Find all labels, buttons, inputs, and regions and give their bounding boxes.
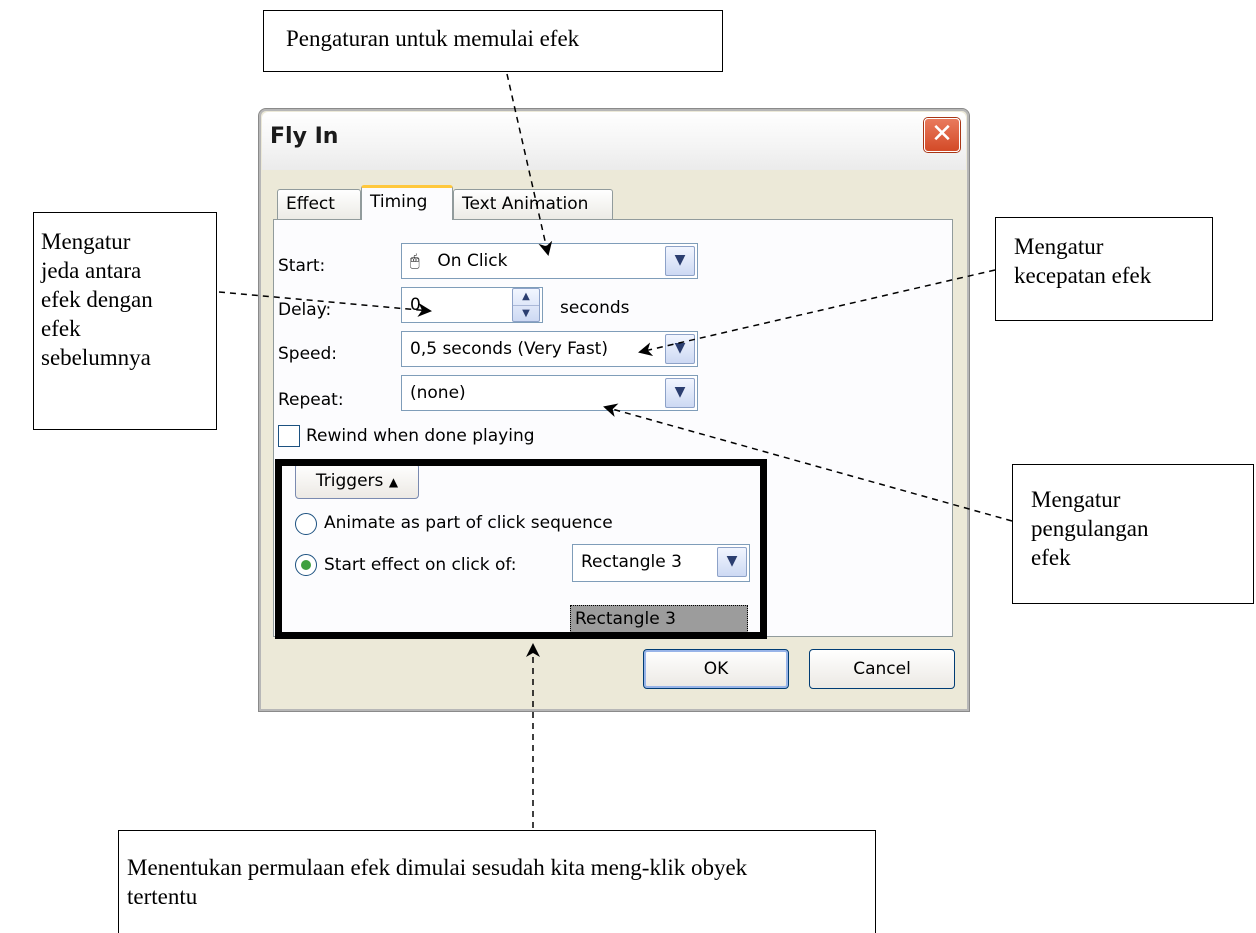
spin-down-icon[interactable]: ▼ [513, 306, 539, 322]
callout-start-effect-text: Pengaturan untuk memulai efek [286, 26, 580, 51]
delay-value: 0 [410, 295, 421, 315]
tab-timing[interactable]: Timing [361, 185, 453, 220]
delay-unit: seconds [560, 298, 630, 318]
callout-speed: Mengatur kecepatan efek [995, 217, 1213, 321]
start-value: On Click [437, 251, 508, 271]
spin-up-icon[interactable]: ▲ [513, 289, 539, 306]
callout-trigger: Menentukan permulaan efek dimulai sesuda… [118, 830, 876, 933]
start-dropdown[interactable]: 🖱 On Click ▼ [401, 243, 698, 279]
callout-repeat-text: Mengatur pengulangan efek [1031, 487, 1149, 570]
start-label: Start: [278, 256, 326, 276]
callout-delay: Mengatur jeda antara efek dengan efek se… [33, 212, 217, 430]
rewind-checkbox[interactable] [278, 425, 300, 447]
delay-spinner[interactable]: ▲ ▼ [512, 288, 540, 322]
chevron-down-icon[interactable]: ▼ [665, 246, 695, 276]
tab-text-animation[interactable]: Text Animation [453, 189, 613, 219]
triggers-highlight-frame [275, 459, 767, 639]
repeat-label: Repeat: [278, 390, 344, 410]
callout-repeat: Mengatur pengulangan efek [1012, 464, 1254, 604]
chevron-down-icon[interactable]: ▼ [665, 378, 695, 408]
repeat-value: (none) [410, 383, 466, 403]
ok-button[interactable]: OK [643, 649, 789, 689]
speed-label: Speed: [278, 344, 338, 364]
speed-value: 0,5 seconds (Very Fast) [410, 339, 608, 359]
callout-start-effect: Pengaturan untuk memulai efek [263, 10, 723, 72]
rewind-label: Rewind when done playing [306, 426, 535, 446]
cancel-button[interactable]: Cancel [809, 649, 955, 689]
chevron-down-icon[interactable]: ▼ [665, 334, 695, 364]
mouse-click-icon: 🖱 [410, 251, 420, 270]
repeat-dropdown[interactable]: (none) ▼ [401, 375, 698, 411]
title-bar: Fly In ✕ [262, 112, 966, 170]
dialog-title: Fly In [270, 124, 339, 149]
delay-label: Delay: [278, 300, 332, 320]
callout-speed-text: Mengatur kecepatan efek [1014, 234, 1152, 288]
callout-trigger-text: Menentukan permulaan efek dimulai sesuda… [127, 855, 748, 909]
callout-delay-text: Mengatur jeda antara efek dengan efek se… [41, 229, 153, 370]
speed-dropdown[interactable]: 0,5 seconds (Very Fast) ▼ [401, 331, 698, 367]
close-icon[interactable]: ✕ [924, 118, 960, 152]
tab-effect[interactable]: Effect [277, 189, 361, 219]
